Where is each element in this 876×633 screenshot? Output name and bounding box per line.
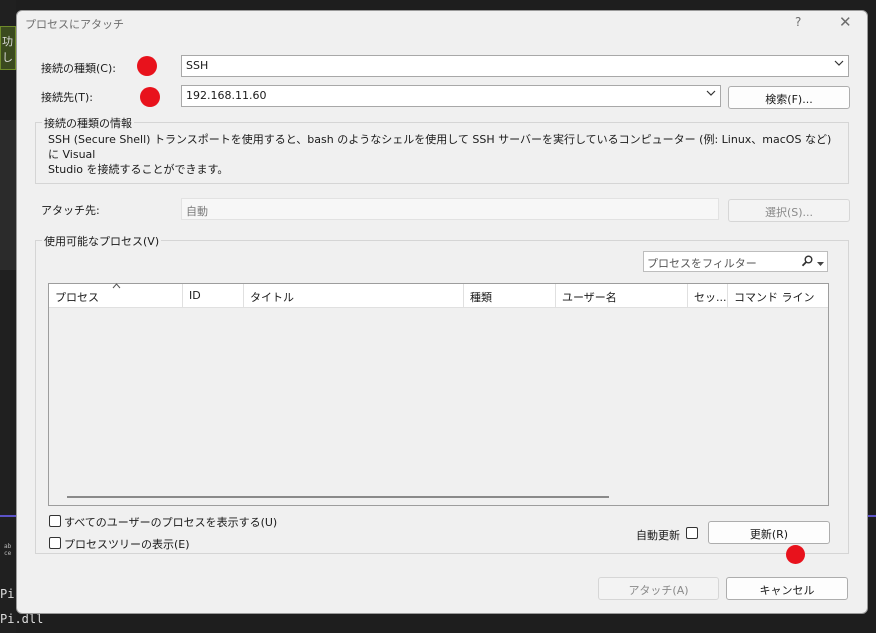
attach-to-label: アタッチ先: [41,204,100,217]
ide-small-text: ab ce [4,543,12,557]
connection-target-combobox[interactable]: 192.168.11.60 [181,85,721,107]
annotation-dot [137,56,157,76]
cancel-button[interactable]: キャンセル [726,577,848,600]
search-icon [801,255,813,270]
select-button[interactable]: 選択(S)... [728,199,850,222]
column-header-user[interactable]: ユーザー名 [555,284,687,308]
chevron-down-icon [706,89,716,100]
show-all-users-checkbox[interactable] [49,515,61,527]
process-list-header: プロセス ID タイトル 種類 ユーザー名 セッ... コマンド ライン [49,281,828,308]
horizontal-scrollbar[interactable] [49,488,828,500]
attach-to-process-dialog: プロセスにアタッチ ? ✕ 接続の種類(C): SSH 接続先(T): 192.… [16,10,868,614]
horizontal-scrollbar-thumb[interactable] [67,496,609,498]
dialog-title: プロセスにアタッチ [25,18,124,31]
ide-code-line: Pi.dll [0,612,44,626]
connection-type-value: SSH [186,59,209,72]
connection-info-text: SSH (Secure Shell) トランスポートを使用すると、bash のよ… [48,133,832,176]
connection-type-dropdown[interactable]: SSH [181,55,849,77]
filter-placeholder: プロセスをフィルター [647,257,757,270]
show-all-users-label[interactable]: すべてのユーザーのプロセスを表示する(U) [64,514,277,530]
connection-type-label: 接続の種類(C): [41,62,116,75]
column-header-id[interactable]: ID [182,284,243,308]
ide-status-fragment: 功し [0,26,16,70]
chevron-down-icon[interactable] [817,257,824,270]
column-header-type[interactable]: 種類 [463,284,555,308]
show-process-tree-label[interactable]: プロセスツリーの表示(E) [64,536,190,552]
connection-info-title: 接続の種類の情報 [42,115,134,131]
refresh-button[interactable]: 更新(R) [708,521,830,544]
ide-divider-left [0,515,16,517]
annotation-dot [140,87,160,107]
connection-target-label: 接続先(T): [41,91,94,104]
attach-button[interactable]: アタッチ(A) [598,577,719,600]
show-process-tree-checkbox[interactable] [49,537,61,549]
column-header-session[interactable]: セッ... [687,284,727,308]
column-header-title[interactable]: タイトル [243,284,463,308]
auto-refresh-label[interactable]: 自動更新 [636,527,680,543]
auto-refresh-checkbox[interactable] [686,527,698,539]
available-processes-title: 使用可能なプロセス(V) [42,233,162,249]
column-header-command-line[interactable]: コマンド ライン [727,284,828,308]
attach-to-field: 自動 [181,198,719,220]
help-icon[interactable]: ? [795,15,801,29]
find-button[interactable]: 検索(F)... [728,86,850,109]
process-filter-input[interactable]: プロセスをフィルター [643,251,828,272]
ide-panel-fragment [0,120,16,270]
close-icon[interactable]: ✕ [839,13,852,31]
chevron-down-icon [834,59,844,70]
annotation-dot [786,545,805,564]
sort-ascending-icon [112,281,121,292]
connection-target-value: 192.168.11.60 [186,89,267,102]
process-list[interactable]: プロセス ID タイトル 種類 ユーザー名 セッ... コマンド ライン [48,283,829,506]
ide-background [0,0,16,633]
